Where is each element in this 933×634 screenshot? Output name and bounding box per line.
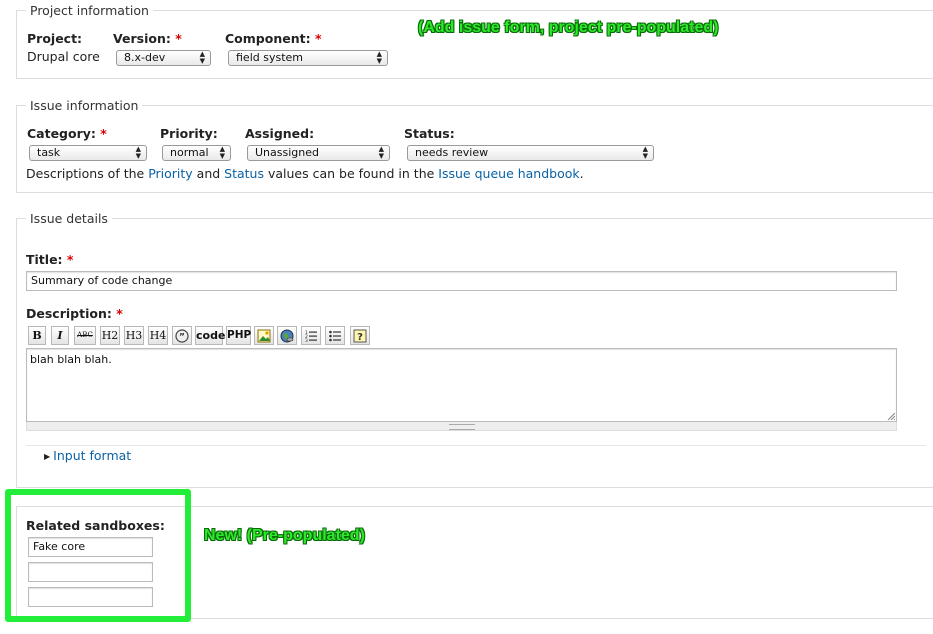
help-middle: values can be found in the [264,166,439,181]
input-format-toggle[interactable]: ▶ Input format [44,448,131,463]
title-input[interactable]: Summary of code change [26,271,897,291]
h4-button[interactable]: H4 [148,326,168,345]
status-label: Status: [404,126,455,141]
title-label-wrap: Title: * [26,252,73,267]
status-link[interactable]: Status [224,166,264,181]
component-label-wrap: Component: * [225,31,321,46]
required-mark: * [66,252,74,267]
description-textarea[interactable]: blah blah blah. [26,348,897,422]
required-mark: * [175,31,182,46]
resize-corner-icon [887,412,895,420]
assigned-select-value: Unassigned [255,146,319,159]
category-select[interactable]: task ▲ ▼ [29,145,147,161]
version-select[interactable]: 8.x-dev ▲ ▼ [116,50,211,66]
help-suffix: . [579,166,584,181]
project-value: Drupal core [27,49,100,64]
textarea-grippie[interactable] [26,422,897,431]
image-icon [257,329,271,343]
help-icon: ? [353,329,367,343]
highlight-box [5,489,191,622]
image-button[interactable] [254,326,274,345]
h3-button[interactable]: H3 [124,326,144,345]
issue-information-legend: Issue information [30,98,139,113]
select-arrows-icon: ▲ ▼ [642,145,648,160]
description-text: blah blah blah. [30,353,112,366]
link-globe-icon [280,329,294,343]
component-select[interactable]: field system ▲ ▼ [228,50,388,66]
svg-text:”: ” [179,333,185,343]
code-button[interactable]: code [195,326,225,345]
unordered-list-icon [329,330,341,342]
issue-queue-handbook-link[interactable]: Issue queue handbook [438,166,579,181]
required-mark: * [116,306,123,321]
ordered-list-icon: 123 [305,330,317,344]
help-prefix: Descriptions of the [26,166,149,181]
ordered-list-button[interactable]: 123 [301,326,321,345]
component-select-value: field system [236,51,303,64]
title-label: Title: [26,252,63,267]
project-information-legend: Project information [30,3,149,18]
quote-button[interactable]: ” [172,326,192,345]
new-annotation: New! (Pre-populated) [204,527,365,544]
version-label-wrap: Version: * [113,31,182,46]
required-mark: * [314,31,322,46]
quote-icon: ” [175,329,189,343]
h2-button[interactable]: H2 [100,326,120,345]
select-arrows-icon: ▲ ▼ [135,145,141,160]
select-arrows-icon: ▲ ▼ [199,50,205,65]
select-arrows-icon: ▲ ▼ [219,145,225,160]
help-button[interactable]: ? [350,326,370,345]
assigned-select[interactable]: Unassigned ▲ ▼ [247,145,390,161]
priority-select[interactable]: normal ▲ ▼ [162,145,231,161]
select-arrows-icon: ▲ ▼ [378,145,384,160]
expand-triangle-icon: ▶ [44,452,51,461]
unordered-list-button[interactable] [325,326,345,345]
php-button[interactable]: PHP [226,326,251,345]
italic-button[interactable]: I [51,326,69,345]
bold-button[interactable]: B [28,326,46,345]
description-label-wrap: Description: * [26,306,123,321]
status-select[interactable]: needs review ▲ ▼ [407,145,654,161]
svg-text:?: ? [357,332,363,343]
grippie-handle [449,424,475,430]
required-mark: * [100,126,107,141]
issue-help-text: Descriptions of the Priority and Status … [26,166,584,181]
priority-select-value: normal [170,146,209,159]
input-format-divider [26,445,926,446]
version-label: Version: [113,31,171,46]
issue-details-legend: Issue details [30,211,108,226]
category-label-wrap: Category: * [27,126,107,141]
category-select-value: task [37,146,61,159]
input-format-link[interactable]: Input format [53,448,131,463]
priority-label: Priority: [160,126,218,141]
version-select-value: 8.x-dev [124,51,166,64]
category-label: Category: [27,126,96,141]
svg-text:3: 3 [305,338,308,343]
select-arrows-icon: ▲ ▼ [376,50,382,65]
strikethrough-button[interactable]: ABC [74,326,96,345]
link-button[interactable] [277,326,297,345]
description-label: Description: [26,306,112,321]
assigned-label: Assigned: [245,126,315,141]
component-label: Component: [225,31,311,46]
status-select-value: needs review [415,146,489,159]
project-label: Project: [27,31,83,46]
help-and: and [192,166,225,181]
priority-link[interactable]: Priority [148,166,193,181]
